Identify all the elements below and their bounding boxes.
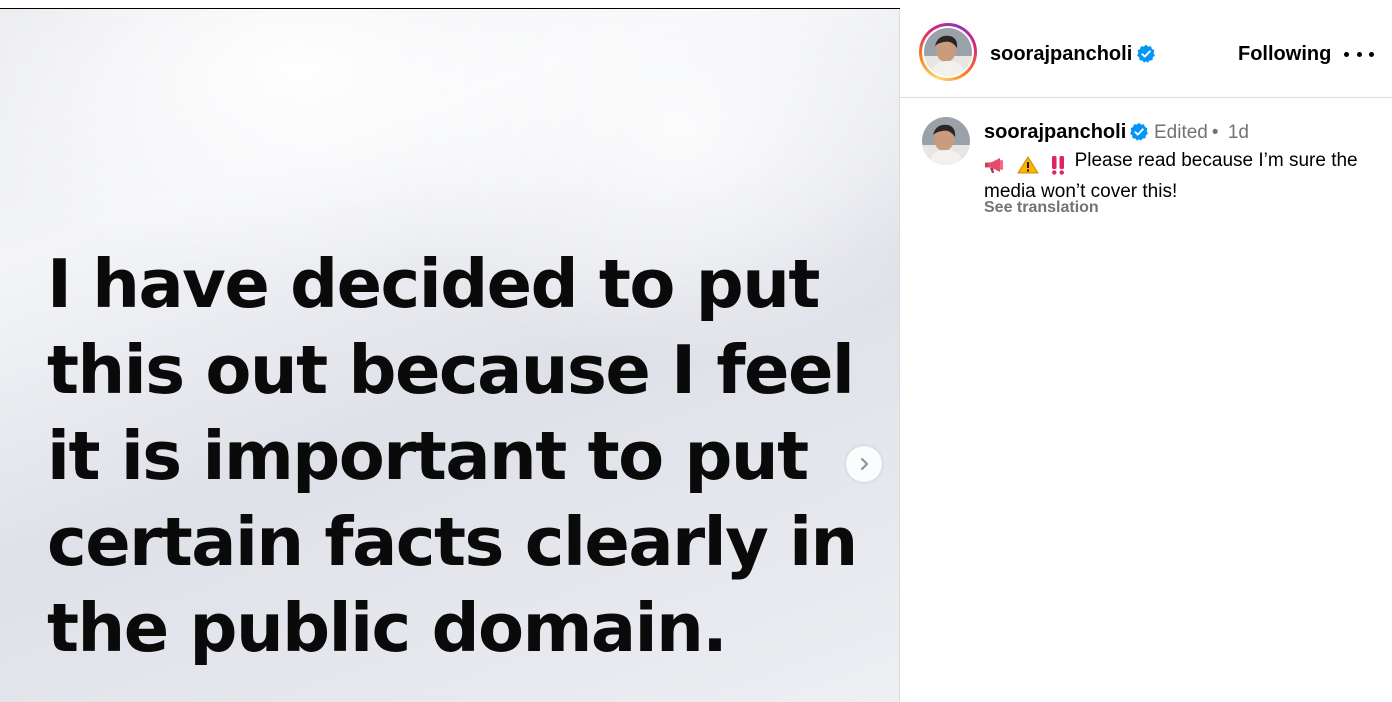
chevron-right-icon [861, 458, 868, 470]
next-slide-button[interactable] [846, 446, 882, 482]
double-exclamation-icon [1051, 155, 1064, 175]
warning-icon [1017, 156, 1040, 174]
see-translation-link[interactable]: See translation [984, 199, 1099, 217]
verified-badge-icon [1137, 44, 1155, 63]
meta-separator: • [1211, 122, 1219, 143]
caption-emojis [984, 151, 1071, 178]
caption-username[interactable]: soorajpancholi [984, 121, 1126, 144]
post-timestamp[interactable]: 1d [1228, 122, 1249, 143]
post-side-panel: soorajpancholi Following soorajpancholi [900, 9, 1392, 702]
avatar[interactable] [922, 117, 970, 165]
post-image-text: I have decided to put this out because I… [47, 245, 858, 667]
avatar[interactable] [919, 23, 977, 81]
post-media: I have decided to put this out because I… [0, 9, 899, 702]
verified-badge-icon [1130, 122, 1148, 141]
caption-text: Please read because I’m sure the media w… [984, 147, 1384, 205]
header-username[interactable]: soorajpancholi [990, 43, 1132, 66]
more-options-icon[interactable] [1344, 49, 1374, 59]
edited-label: Edited [1154, 122, 1208, 143]
megaphone-icon [985, 157, 1003, 173]
post-header: soorajpancholi Following [900, 9, 1392, 98]
following-button[interactable]: Following [1238, 43, 1331, 66]
post-meta: Edited • 1d [1154, 122, 1249, 144]
top-edge [0, 0, 900, 9]
profile-photo-icon [924, 28, 972, 76]
